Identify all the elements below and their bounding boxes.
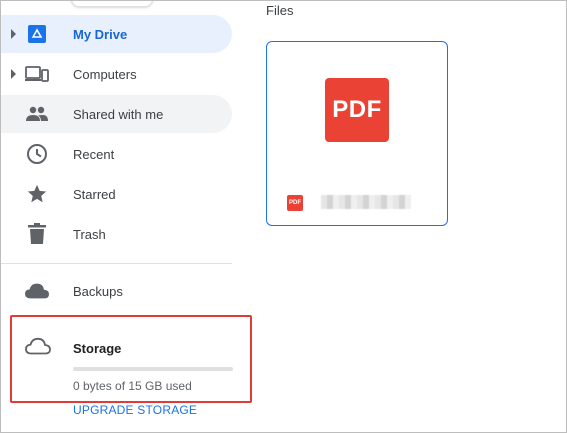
sidebar-item-starred[interactable]: Starred [1,175,232,213]
sidebar-item-backups[interactable]: Backups [1,272,232,310]
sidebar-item-label: Shared with me [73,106,164,122]
storage-title[interactable]: Storage [73,341,121,356]
upgrade-storage-link[interactable]: UPGRADE STORAGE [73,403,197,417]
drive-window: My Drive Computers Shared with me Recent… [0,0,567,433]
storage-used-text: 0 bytes of 15 GB used [73,379,192,393]
star-icon [25,182,49,206]
file-name-blurred [321,195,411,209]
main-content: Files PDF PDF [241,1,566,432]
sidebar-item-label: Computers [73,66,137,82]
sidebar-item-computers[interactable]: Computers [1,55,232,93]
clock-icon [25,142,49,166]
sidebar: My Drive Computers Shared with me Recent… [1,1,252,432]
storage-progress-bar [73,367,233,371]
computers-icon [25,62,49,86]
sidebar-item-label: Starred [73,186,116,202]
section-title: Files [266,3,294,18]
file-card[interactable]: PDF PDF [266,41,448,226]
pdf-file-icon: PDF [287,195,303,211]
pdf-thumbnail: PDF [325,78,389,142]
sidebar-divider [1,263,232,264]
trash-icon [25,222,49,246]
cloud-outline-icon [25,337,51,361]
sidebar-item-shared-with-me[interactable]: Shared with me [1,95,232,133]
sidebar-item-label: Backups [73,283,123,299]
sidebar-item-my-drive[interactable]: My Drive [1,15,232,53]
drive-icon [25,22,49,46]
sidebar-item-label: My Drive [73,26,128,42]
sidebar-item-trash[interactable]: Trash [1,215,232,253]
cloud-filled-icon [25,279,49,303]
sidebar-item-label: Trash [73,226,106,242]
sidebar-item-label: Recent [73,146,115,162]
expand-arrow-icon[interactable] [11,69,16,79]
people-icon [25,102,49,126]
sidebar-item-recent[interactable]: Recent [1,135,232,173]
expand-arrow-icon[interactable] [11,29,16,39]
